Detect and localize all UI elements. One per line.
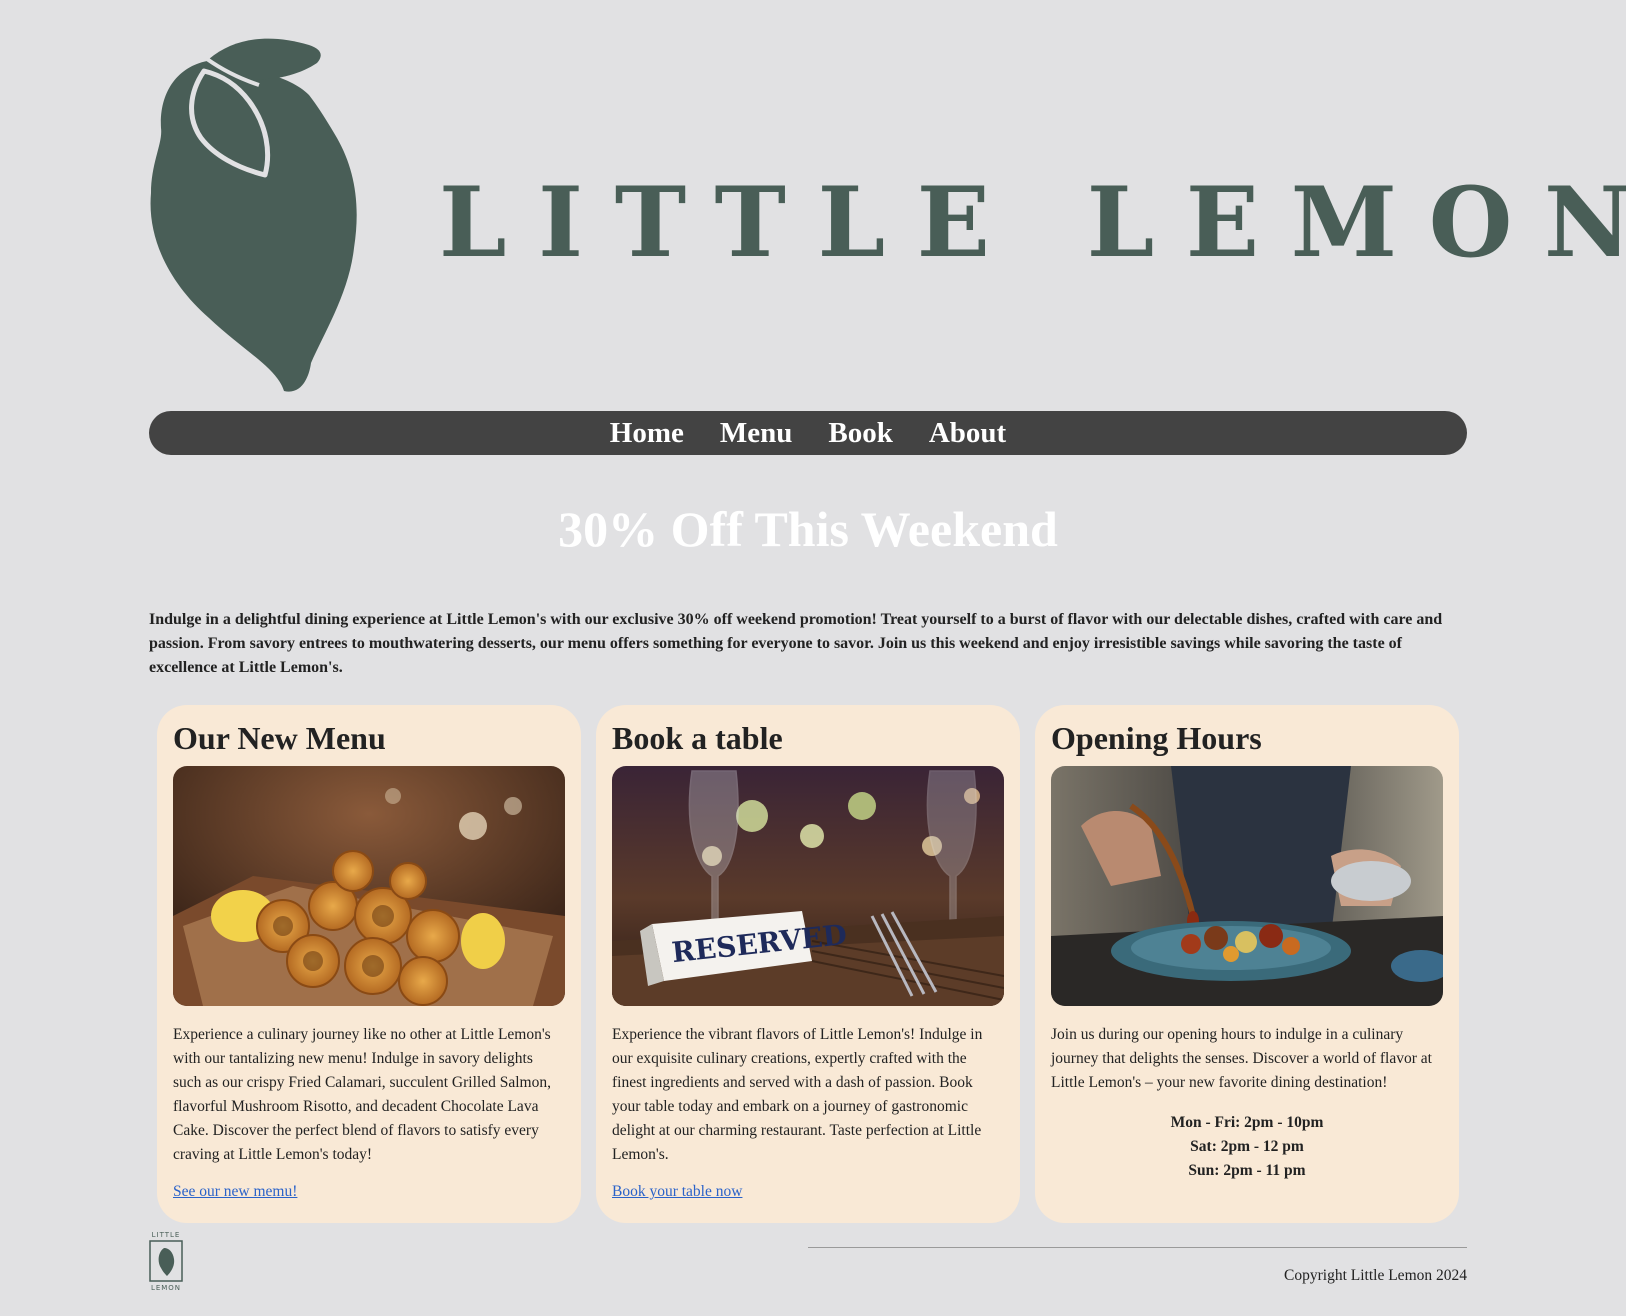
nav-link-book[interactable]: Book	[828, 418, 892, 448]
book-table-link[interactable]: Book your table now	[612, 1183, 742, 1201]
reserved-table-image: RESERVED	[612, 766, 1004, 1006]
footer-logo-bottom-text: LEMON	[151, 1284, 181, 1292]
lemon-logo-icon[interactable]	[149, 33, 364, 395]
card-description: Experience a culinary journey like no ot…	[173, 1026, 551, 1163]
see-new-menu-link[interactable]: See our new memu!	[173, 1183, 297, 1201]
promo-description: Indulge in a delightful dining experienc…	[149, 611, 1443, 676]
hours-sunday: Sun: 2pm - 11 pm	[1188, 1162, 1306, 1179]
card-description: Experience the vibrant flavors of Little…	[612, 1026, 983, 1163]
card-title: Opening Hours	[1051, 720, 1262, 756]
card-new-menu: Our New Menu Experience a culinary journ…	[157, 705, 581, 1223]
copyright-text: Copyright Little Lemon 2024	[1284, 1267, 1467, 1284]
footer-logo-icon[interactable]: LITTLE LEMON	[149, 1230, 183, 1292]
card-book-table: Book a table RESERVED Experience the vib…	[596, 705, 1020, 1223]
nav-link-menu[interactable]: Menu	[720, 418, 793, 448]
opening-hours-list: Mon - Fri: 2pm - 10pm Sat: 2pm - 12 pm S…	[1051, 1111, 1443, 1183]
main-nav: Home Menu Book About	[149, 411, 1467, 455]
site-header: LITTLE LEMON	[149, 33, 1626, 398]
fried-calamari-image	[173, 766, 565, 1006]
nav-link-about[interactable]: About	[929, 418, 1006, 448]
nav-link-home[interactable]: Home	[610, 418, 684, 448]
hours-weekday: Mon - Fri: 2pm - 10pm	[1170, 1114, 1324, 1131]
promo-title: 30% Off This Weekend	[558, 501, 1058, 557]
card-opening-hours: Opening Hours Join us during our opening…	[1035, 705, 1459, 1223]
footer-divider	[808, 1247, 1467, 1248]
card-title: Our New Menu	[173, 720, 386, 756]
card-description: Join us during our opening hours to indu…	[1051, 1026, 1432, 1091]
hours-saturday: Sat: 2pm - 12 pm	[1190, 1138, 1304, 1155]
footer-logo-top-text: LITTLE	[152, 1231, 181, 1239]
card-title: Book a table	[612, 720, 783, 756]
chef-plating-image	[1051, 766, 1443, 1006]
brand-wordmark: LITTLE LEMON	[439, 166, 1626, 279]
